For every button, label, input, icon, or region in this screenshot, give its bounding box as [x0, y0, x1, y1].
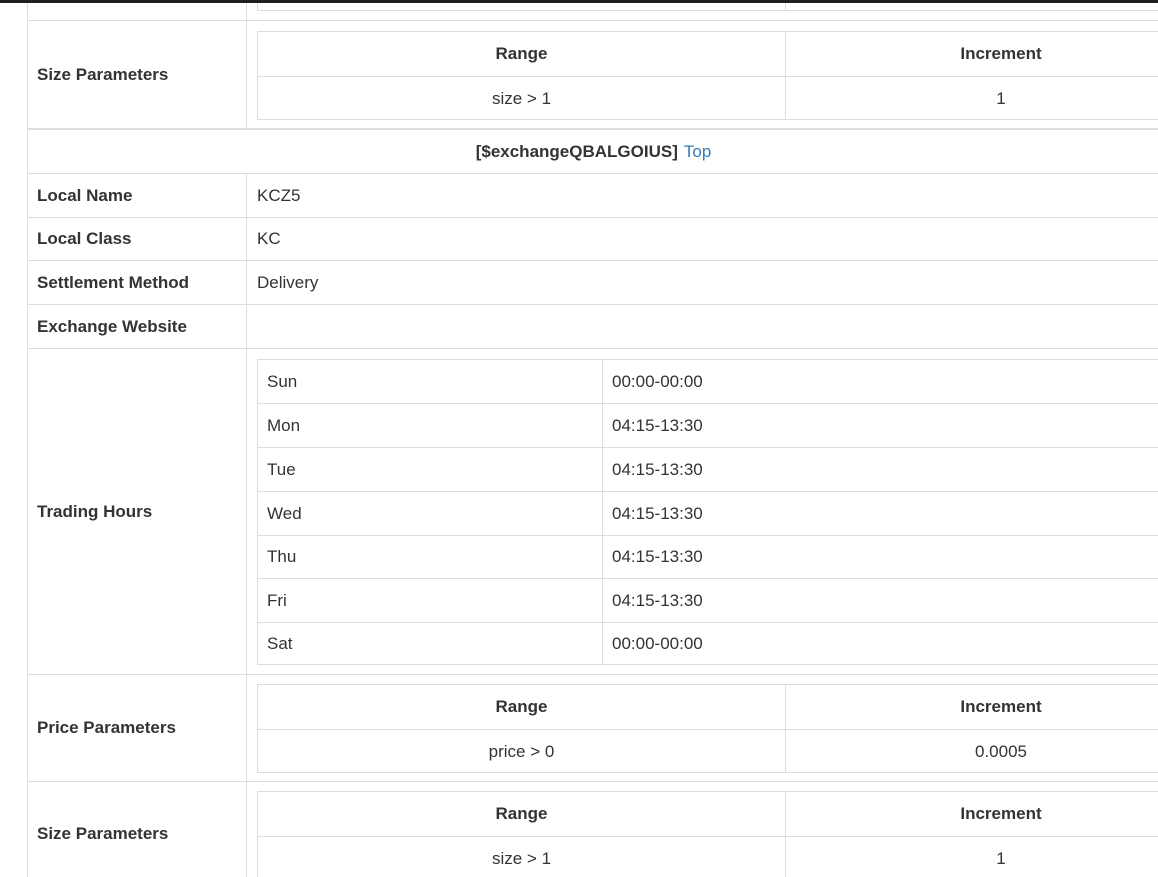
table-row: Thu 04:15-13:30	[258, 535, 1158, 578]
trading-hours-table: Sun 00:00-00:00 Mon 04:15-13:30 Tue 04:1…	[257, 359, 1158, 665]
section-header-row: [$exchangeQBALGOIUS] Top	[28, 130, 1158, 174]
hours-cell: 04:15-13:30	[612, 590, 703, 610]
exchange-website-row: Exchange Website	[28, 305, 1158, 349]
table-row: Mon 04:15-13:30	[258, 403, 1158, 447]
local-class-value: KC	[257, 229, 281, 248]
hours-cell: 04:15-13:30	[612, 459, 703, 479]
table-row: price > 0 0.0005	[258, 729, 1158, 773]
increment-header: Increment	[960, 697, 1042, 716]
prev-size-parameters-row: Size Parameters Range Increment size > 1…	[28, 21, 1158, 130]
table-row: Sat 00:00-00:00	[258, 622, 1158, 665]
hours-cell: 00:00-00:00	[612, 371, 703, 391]
settlement-method-row: Settlement Method Delivery	[28, 261, 1158, 305]
table-row: Fri 04:15-13:30	[258, 578, 1158, 622]
hours-cell: 04:15-13:30	[612, 547, 703, 566]
hours-cell: 04:15-13:30	[612, 503, 703, 523]
day-cell: Mon	[258, 404, 603, 447]
size-parameters-table: Range Increment size > 1 1	[257, 31, 1158, 120]
table-row: size > 1 1	[258, 836, 1158, 877]
price-parameters-label: Price Parameters	[28, 675, 247, 781]
range-header: Range	[258, 685, 786, 729]
range-header: Range	[258, 792, 786, 836]
day-cell: Fri	[258, 579, 603, 622]
settlement-method-value: Delivery	[257, 272, 319, 292]
top-link[interactable]: Top	[684, 142, 711, 162]
trading-hours-label: Trading Hours	[28, 349, 247, 674]
day-cell: Sun	[258, 360, 603, 403]
hours-cell: 04:15-13:30	[612, 415, 703, 435]
increment-value: 1	[996, 848, 1006, 868]
day-cell: Wed	[258, 492, 603, 535]
table-header-row: Range Increment	[258, 792, 1158, 836]
exchange-website-value	[248, 305, 1158, 348]
previous-row-remnant	[28, 3, 1158, 21]
range-value: price > 0	[258, 730, 786, 773]
increment-header: Increment	[960, 44, 1042, 63]
range-header: Range	[258, 32, 786, 76]
table-row: size > 1 1	[258, 76, 1158, 120]
local-name-row: Local Name KCZ5	[28, 174, 1158, 218]
settlement-method-label: Settlement Method	[28, 261, 247, 304]
table-row: Sun 00:00-00:00	[258, 360, 1158, 403]
contract-details-table: Size Parameters Range Increment size > 1…	[27, 3, 1158, 877]
local-name-label: Local Name	[28, 174, 247, 217]
day-cell: Tue	[258, 448, 603, 491]
exchange-section-title: [$exchangeQBALGOIUS]	[475, 141, 678, 161]
trading-hours-row: Trading Hours Sun 00:00-00:00 Mon 04:15-…	[28, 349, 1158, 675]
table-header-row: Range Increment	[258, 685, 1158, 729]
increment-value: 0.0005	[975, 741, 1027, 761]
range-value: size > 1	[258, 77, 786, 120]
table-row: Tue 04:15-13:30	[258, 447, 1158, 491]
increment-header: Increment	[960, 804, 1042, 823]
range-value: size > 1	[258, 837, 786, 877]
size-parameters-table: Range Increment size > 1 1	[257, 791, 1158, 877]
size-parameters-label: Size Parameters	[28, 782, 247, 877]
price-parameters-row: Price Parameters Range Increment price >…	[28, 675, 1158, 782]
local-class-row: Local Class KC	[28, 218, 1158, 261]
local-name-value: KCZ5	[257, 185, 301, 205]
local-class-label: Local Class	[28, 218, 247, 260]
increment-value: 1	[996, 88, 1006, 108]
exchange-website-label: Exchange Website	[28, 305, 247, 348]
day-cell: Thu	[258, 536, 603, 578]
section-title: [$exchangeQBALGOIUS] Top	[28, 130, 1158, 173]
day-cell: Sat	[258, 623, 603, 665]
size-parameters-label: Size Parameters	[28, 21, 247, 128]
table-row: Wed 04:15-13:30	[258, 491, 1158, 535]
price-parameters-table: Range Increment price > 0 0.0005	[257, 684, 1158, 773]
table-header-row: Range Increment	[258, 32, 1158, 76]
size-parameters-row: Size Parameters Range Increment size > 1…	[28, 782, 1158, 877]
hours-cell: 00:00-00:00	[612, 634, 703, 653]
